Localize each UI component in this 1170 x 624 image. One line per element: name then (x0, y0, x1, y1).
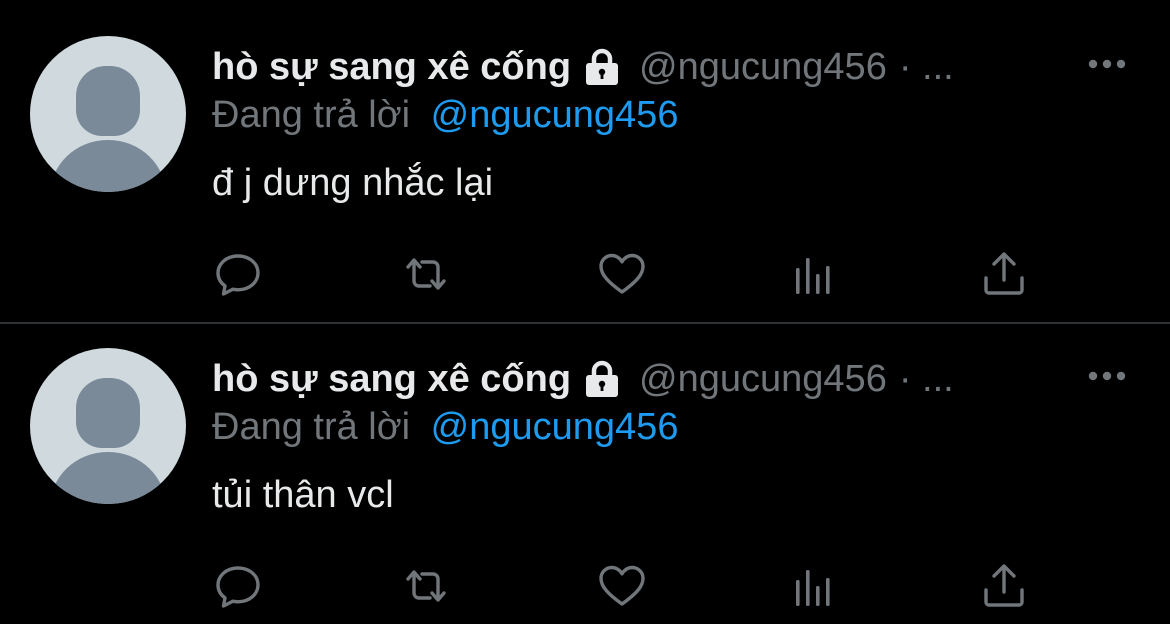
tweet[interactable]: hò sự sang xê cống @ngucung456 · ... Đan… (0, 0, 1170, 312)
lock-icon (581, 359, 623, 399)
timestamp-separator: · ... (898, 45, 954, 88)
tweet-text: đ j dưng nhắc lại (212, 162, 494, 204)
avatar-head-shape (76, 378, 140, 448)
replying-to-handle-link[interactable]: @ngucung456 (431, 406, 679, 448)
reply-icon[interactable] (212, 560, 264, 612)
tweet-header: hò sự sang xê cống @ngucung456 · ... (212, 44, 954, 90)
tweet-header: hò sự sang xê cống @ngucung456 · ... (212, 356, 954, 402)
reply-icon[interactable] (212, 248, 264, 300)
display-name[interactable]: hò sự sang xê cống (212, 46, 571, 89)
more-dots-icon[interactable] (1086, 366, 1128, 386)
retweet-icon[interactable] (400, 248, 452, 300)
tweet[interactable]: hò sự sang xê cống @ngucung456 · ... Đan… (0, 312, 1170, 624)
user-handle[interactable]: @ngucung456 (639, 358, 887, 401)
replying-to-handle-link[interactable]: @ngucung456 (431, 94, 679, 136)
replying-to-label: Đang trả lời (212, 406, 411, 448)
tweet-actions (212, 560, 1042, 612)
heart-icon[interactable] (596, 248, 648, 300)
display-name[interactable]: hò sự sang xê cống (212, 358, 571, 401)
lock-icon (581, 47, 623, 87)
share-icon[interactable] (978, 560, 1030, 612)
replying-to-label: Đang trả lời (212, 94, 411, 136)
avatar[interactable] (30, 36, 186, 192)
views-chart-icon[interactable] (788, 248, 840, 300)
avatar[interactable] (30, 348, 186, 504)
views-chart-icon[interactable] (788, 560, 840, 612)
avatar-head-shape (76, 66, 140, 136)
user-handle[interactable]: @ngucung456 (639, 46, 887, 89)
retweet-icon[interactable] (400, 560, 452, 612)
tweet-actions (212, 248, 1042, 300)
avatar-body-shape (50, 452, 166, 504)
tweet-text: tủi thân vcl (212, 474, 394, 516)
avatar-body-shape (50, 140, 166, 192)
replying-to-line: Đang trả lời @ngucung456 (212, 94, 678, 137)
more-dots-icon[interactable] (1086, 54, 1128, 74)
share-icon[interactable] (978, 248, 1030, 300)
timestamp-separator: · ... (898, 357, 954, 400)
heart-icon[interactable] (596, 560, 648, 612)
replying-to-line: Đang trả lời @ngucung456 (212, 406, 678, 449)
